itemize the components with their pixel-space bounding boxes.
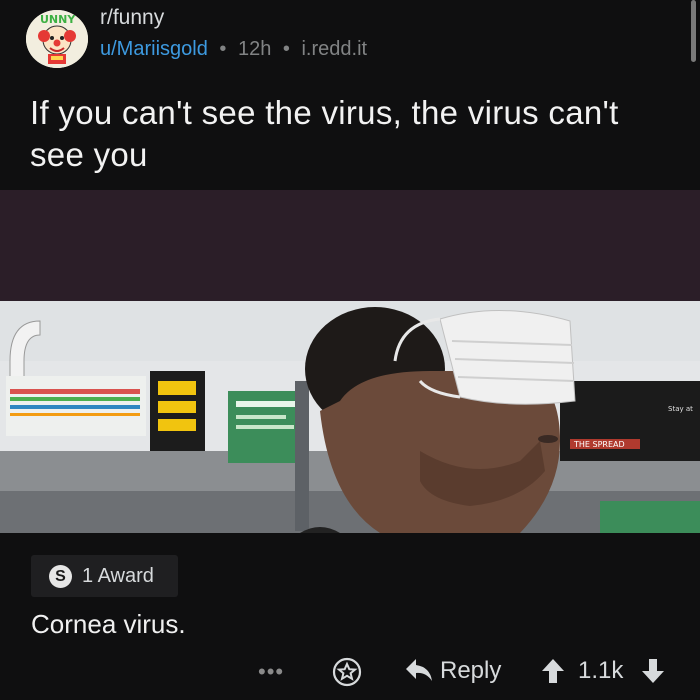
clown-mascot-icon: UNNY [26, 10, 88, 68]
svg-text:UNNY: UNNY [40, 13, 76, 26]
more-options-icon[interactable]: ••• [258, 659, 284, 685]
subreddit-name[interactable]: r/funny [100, 6, 164, 30]
post-age: 12h [237, 38, 272, 60]
post-meta: u/Mariisgold • 12h • i.redd.it [100, 38, 367, 61]
upvote-arrow-icon[interactable] [540, 657, 566, 685]
scrollbar-thumb[interactable] [691, 0, 696, 62]
reply-arrow-icon [406, 659, 432, 681]
comment-action-bar: ••• Reply 1.1k [0, 645, 700, 695]
subreddit-avatar[interactable]: UNNY [26, 10, 88, 68]
give-award-icon[interactable] [332, 657, 362, 687]
silver-award-icon: S [49, 565, 72, 588]
downvote-arrow-icon[interactable] [640, 657, 666, 685]
post-title[interactable]: If you can't see the virus, the virus ca… [30, 92, 670, 176]
award-badge[interactable]: S 1 Award [31, 555, 178, 597]
reply-label: Reply [440, 657, 502, 684]
sign-text: THE SPREAD [573, 440, 625, 449]
meta-separator: • [219, 38, 227, 60]
post-header: UNNY r/funny u/Mariisgold • 12h • i.redd… [0, 0, 700, 78]
award-label: 1 Award [82, 565, 154, 587]
comment-score: 1.1k [578, 657, 624, 684]
meta-separator: • [282, 38, 290, 60]
post-domain[interactable]: i.redd.it [301, 38, 367, 60]
post-image[interactable]: THE SPREAD Stay at [0, 301, 700, 533]
author-link[interactable]: u/Mariisgold [100, 38, 208, 60]
subway-photo: THE SPREAD Stay at [0, 301, 700, 533]
sign-text-right: Stay at [668, 405, 693, 413]
media-letterbox [0, 190, 700, 301]
comment-body: Cornea virus. [31, 609, 186, 639]
